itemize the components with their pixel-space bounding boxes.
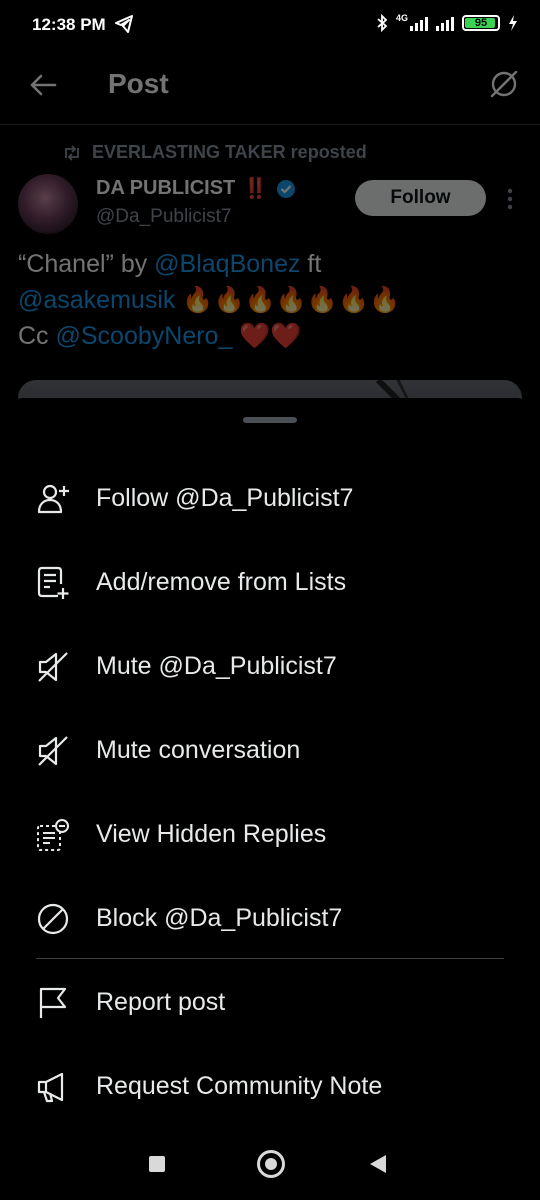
author-emoji: ‼️ bbox=[243, 178, 269, 200]
home-button[interactable] bbox=[257, 1150, 285, 1178]
menu-item-label: Report post bbox=[96, 987, 226, 1016]
follow-button[interactable]: Follow bbox=[355, 180, 486, 216]
repost-indicator[interactable]: EVERLASTING TAKER reposted bbox=[62, 142, 367, 163]
block-icon bbox=[37, 903, 69, 935]
signal-icon bbox=[410, 15, 428, 31]
author-handle[interactable]: @Da_Publicist7 bbox=[96, 206, 231, 228]
menu-item-label: Mute @Da_Publicist7 bbox=[96, 651, 337, 680]
mute-icon bbox=[38, 652, 68, 682]
status-icons: 4G 95 bbox=[376, 14, 518, 32]
post-view-dimmed: Post EVERLASTING TAKER reposted DA PUBLI… bbox=[0, 52, 540, 412]
menu-item-community-note[interactable]: Request Community Note bbox=[0, 1044, 540, 1128]
battery-icon: 95 bbox=[462, 15, 500, 31]
menu-item-lists[interactable]: Add/remove from Lists bbox=[0, 540, 540, 624]
back-button[interactable] bbox=[370, 1155, 386, 1173]
menu-item-block[interactable]: Block @Da_Publicist7 bbox=[0, 876, 540, 960]
menu-item-label: Follow @Da_Publicist7 bbox=[96, 483, 354, 512]
menu-item-mute-conversation[interactable]: Mute conversation bbox=[0, 708, 540, 792]
post-text: “Chanel” by @BlaqBonez ft @asakemusik 🔥🔥… bbox=[18, 246, 528, 354]
menu-item-report[interactable]: Report post bbox=[0, 960, 540, 1044]
repost-icon bbox=[65, 144, 79, 161]
author-name[interactable]: DA PUBLICIST ‼️ bbox=[96, 176, 296, 201]
charging-icon bbox=[509, 15, 517, 31]
more-options-icon[interactable] bbox=[500, 184, 520, 214]
back-arrow-icon[interactable] bbox=[28, 70, 58, 100]
mute-icon bbox=[38, 736, 68, 766]
signal-icon bbox=[436, 15, 454, 31]
mention-link[interactable]: @asakemusik bbox=[18, 286, 175, 314]
battery-percent: 95 bbox=[474, 17, 488, 29]
header-divider bbox=[0, 124, 540, 125]
follow-user-icon bbox=[37, 484, 69, 514]
network-type: 4G bbox=[395, 13, 408, 23]
megaphone-icon bbox=[37, 1072, 64, 1103]
menu-item-follow[interactable]: Follow @Da_Publicist7 bbox=[0, 456, 540, 540]
list-add-icon bbox=[37, 566, 69, 599]
sheet-drag-handle[interactable] bbox=[243, 417, 297, 423]
telegram-icon bbox=[115, 15, 133, 33]
menu-item-label: Request Community Note bbox=[96, 1071, 383, 1100]
menu-item-label: Mute conversation bbox=[96, 735, 301, 764]
menu-divider bbox=[36, 958, 504, 959]
verified-badge-icon bbox=[277, 179, 296, 198]
status-bar: 12:38 PM 4G 95 bbox=[0, 0, 540, 52]
text-segment: “Chanel” by bbox=[18, 250, 155, 278]
text-segment: ft bbox=[300, 250, 322, 278]
grok-icon[interactable] bbox=[488, 68, 520, 100]
menu-item-label: Block @Da_Publicist7 bbox=[96, 903, 343, 932]
menu-item-mute-user[interactable]: Mute @Da_Publicist7 bbox=[0, 624, 540, 708]
recents-button[interactable] bbox=[149, 1156, 165, 1172]
action-sheet: Follow @Da_Publicist7 Add/remove from Li… bbox=[0, 398, 540, 1200]
bluetooth-icon bbox=[377, 14, 388, 32]
page-title: Post bbox=[108, 68, 169, 99]
system-navigation-bar bbox=[0, 1130, 540, 1200]
top-bar: Post bbox=[0, 52, 540, 124]
hidden-replies-icon bbox=[37, 819, 69, 851]
clock: 12:38 PM bbox=[32, 15, 106, 34]
text-segment: Cc bbox=[18, 322, 56, 350]
emoji-segment: 🔥🔥🔥🔥🔥🔥🔥 bbox=[175, 286, 401, 314]
mention-link[interactable]: @BlaqBonez bbox=[154, 250, 300, 278]
menu-item-label: Add/remove from Lists bbox=[96, 567, 347, 596]
flag-icon bbox=[39, 987, 67, 1018]
menu-item-hidden-replies[interactable]: View Hidden Replies bbox=[0, 792, 540, 876]
repost-label: EVERLASTING TAKER reposted bbox=[92, 142, 367, 162]
emoji-segment: ❤️❤️ bbox=[232, 322, 302, 350]
author-name-text: DA PUBLICIST bbox=[96, 177, 236, 199]
avatar[interactable] bbox=[18, 174, 78, 234]
menu-item-label: View Hidden Replies bbox=[96, 819, 327, 848]
mention-link[interactable]: @ScoobyNero_ bbox=[56, 322, 233, 350]
